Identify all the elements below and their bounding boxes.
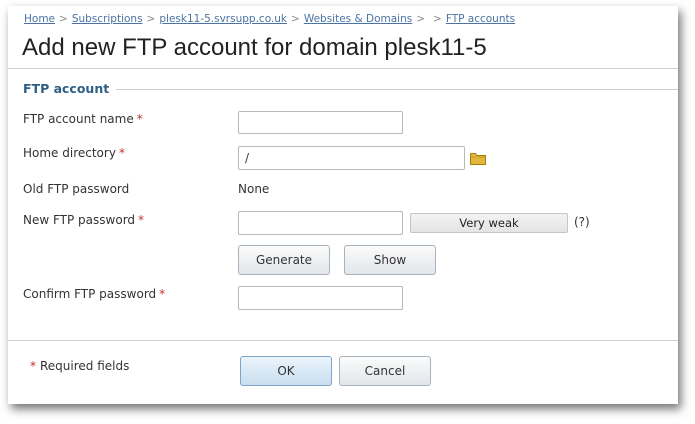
confirm-password-label-text: Confirm FTP password: [23, 287, 157, 301]
new-password-label-text: New FTP password: [23, 213, 136, 227]
folder-icon[interactable]: [470, 152, 486, 165]
home-directory-label: Home directory *: [23, 146, 125, 160]
section-divider: [116, 89, 678, 90]
required-marker: *: [136, 112, 143, 126]
account-name-input[interactable]: [238, 111, 403, 134]
generate-button[interactable]: Generate: [238, 245, 330, 275]
required-marker: *: [159, 287, 166, 301]
home-directory-label-text: Home directory: [23, 146, 116, 160]
home-directory-input[interactable]: [238, 146, 465, 170]
breadcrumb-separator: >: [291, 13, 300, 25]
breadcrumb-subscriptions[interactable]: Subscriptions: [72, 13, 143, 25]
breadcrumb-separator: >: [146, 13, 156, 25]
account-name-label-text: FTP account name: [23, 112, 134, 126]
breadcrumb-separator: >: [433, 13, 442, 25]
breadcrumb-ftp-accounts[interactable]: FTP accounts: [446, 13, 515, 25]
breadcrumb-separator: >: [59, 13, 68, 25]
required-marker: *: [138, 213, 145, 227]
breadcrumb-websites-domains[interactable]: Websites & Domains: [304, 13, 412, 25]
breadcrumb-home[interactable]: Home: [24, 13, 55, 25]
account-name-label: FTP account name *: [23, 112, 143, 126]
breadcrumb-subscription-domain[interactable]: plesk11-5.svrsupp.co.uk: [159, 13, 287, 25]
page-title: Add new FTP account for domain plesk11-5: [22, 34, 487, 61]
required-marker: *: [118, 146, 125, 160]
old-password-value: None: [238, 182, 270, 196]
confirm-password-input[interactable]: [238, 286, 403, 310]
ok-button[interactable]: OK: [240, 356, 332, 386]
old-password-label: Old FTP password: [23, 182, 130, 196]
new-password-input[interactable]: [238, 211, 403, 235]
new-password-label: New FTP password *: [23, 213, 144, 227]
cancel-button[interactable]: Cancel: [339, 356, 431, 386]
show-password-button[interactable]: Show: [344, 245, 436, 275]
ftp-account-form-panel: Home > Subscriptions > plesk11-5.svrsupp.co.…: [8, 6, 678, 404]
title-divider: [8, 68, 678, 69]
breadcrumb: Home > Subscriptions > plesk11-5.svrsupp.co.…: [24, 13, 515, 25]
footer-divider: [8, 340, 678, 341]
section-title: FTP account: [23, 81, 116, 96]
required-fields-note: * Required fields: [30, 359, 129, 373]
password-strength-indicator: Very weak: [410, 213, 568, 233]
required-marker: *: [30, 359, 36, 373]
breadcrumb-separator: >: [416, 13, 426, 25]
required-fields-text: Required fields: [40, 359, 130, 373]
password-help-link[interactable]: (?): [574, 215, 590, 229]
confirm-password-label: Confirm FTP password *: [23, 287, 165, 301]
